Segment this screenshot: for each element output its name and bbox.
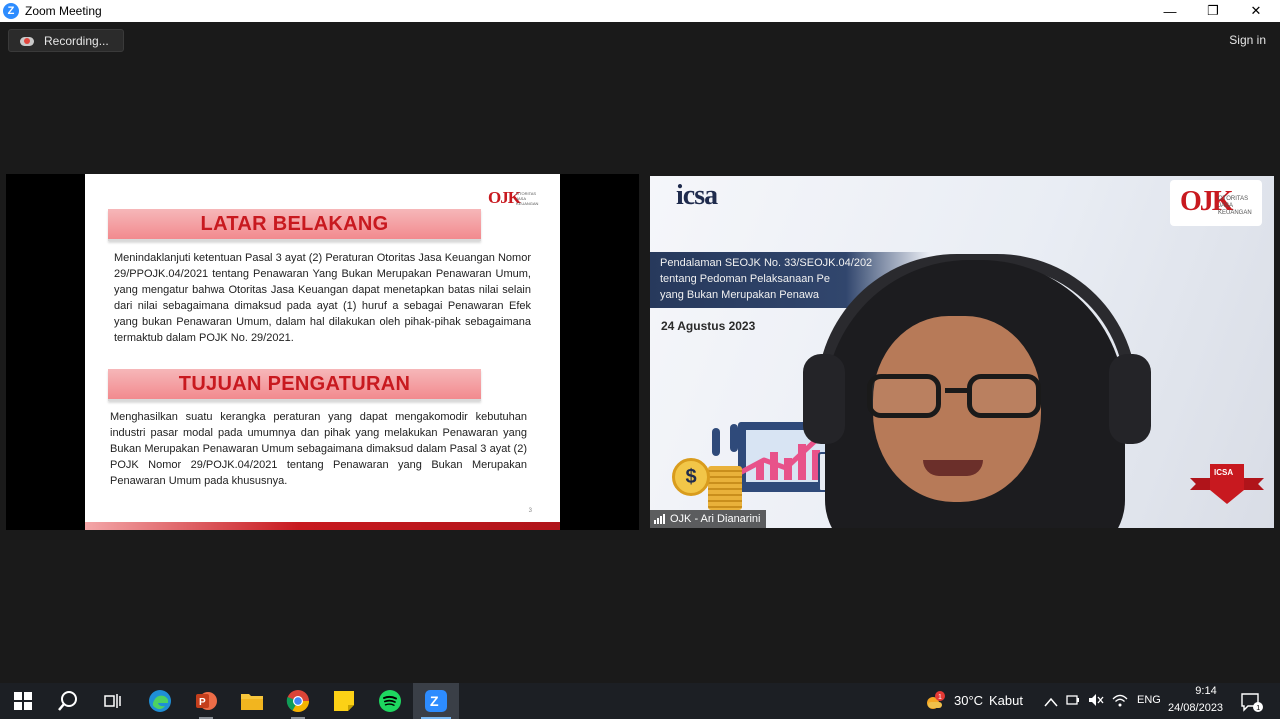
weather-alert-badge: 1	[938, 694, 942, 701]
folder-icon	[241, 694, 263, 710]
window-title: Zoom Meeting	[25, 4, 102, 18]
taskbar-zoom[interactable]: Z	[413, 683, 459, 719]
smile	[923, 460, 983, 476]
participant-video[interactable]: icsa OJK OTORITAS JASA KEUANGAN Pendalam…	[650, 176, 1274, 528]
participant-person	[795, 254, 1175, 528]
presentation-slide: OJK OTORITAS JASA KEUANGAN LATAR BELAKAN…	[85, 174, 560, 530]
input-language[interactable]: ENG	[1137, 694, 1161, 706]
zoom-app-icon: Z	[3, 3, 19, 19]
recording-label: Recording...	[44, 33, 109, 48]
clock-date[interactable]: 24/08/2023	[1168, 702, 1223, 714]
illustration-person	[730, 424, 738, 452]
event-date: 24 Agustus 2023	[661, 319, 756, 333]
ojk-logo-line: OTORITAS	[1218, 196, 1249, 202]
headphone-earcup	[803, 354, 845, 444]
slide-heading-background: LATAR BELAKANG	[108, 209, 481, 241]
slide-paragraph-objective: Menghasilkan suatu kerangka peraturan ya…	[110, 411, 527, 487]
notification-center-button[interactable]: 1	[1240, 691, 1264, 713]
window-titlebar: Z Zoom Meeting — ❐ ✕	[0, 0, 1280, 22]
battery-plug-icon	[1066, 695, 1079, 705]
recording-cloud-icon	[19, 35, 35, 47]
taskbar-chrome[interactable]	[275, 683, 321, 719]
taskbar-edge[interactable]	[137, 683, 183, 719]
dollar-coin-icon: $	[672, 458, 710, 496]
windows-icon	[14, 692, 32, 710]
svg-text:P: P	[199, 697, 206, 708]
signal-strength-icon	[654, 514, 665, 524]
illustration-person	[712, 428, 720, 456]
slide-heading-objective: TUJUAN PENGATURAN	[108, 369, 481, 401]
sticky-notes-icon	[334, 691, 354, 711]
close-button[interactable]: ✕	[1236, 0, 1276, 22]
icsa-badge-text: ICSA	[1214, 468, 1234, 477]
icsa-logo: icsa	[676, 180, 756, 220]
minimize-button[interactable]: —	[1150, 0, 1190, 22]
participant-name: OJK - Ari Dianarini	[670, 513, 761, 525]
task-view-button[interactable]	[90, 683, 136, 719]
weather-temperature[interactable]: 30°C	[954, 693, 983, 708]
wifi-icon	[1112, 694, 1128, 707]
windows-taskbar: P Z 1 30°C Kabut ENG 9:14 24/08/2023 1	[0, 683, 1280, 719]
search-icon	[58, 691, 77, 711]
ojk-logo-background: OJK OTORITAS JASA KEUANGAN	[1170, 180, 1262, 226]
volume-button[interactable]	[1088, 693, 1104, 712]
spotify-icon	[379, 690, 401, 712]
icsa-logo-text: icsa	[676, 180, 718, 211]
svg-text:Z: Z	[430, 693, 439, 709]
glasses	[867, 374, 1047, 420]
weather-icon[interactable]: 1	[924, 690, 946, 712]
notification-count: 1	[1256, 705, 1260, 712]
volume-muted-icon	[1089, 694, 1104, 706]
headphone-earcup	[1109, 354, 1151, 444]
chrome-icon	[286, 690, 309, 712]
participant-name-tag: OJK - Ari Dianarini	[650, 510, 767, 528]
taskbar-file-explorer[interactable]	[229, 683, 275, 719]
show-hidden-icons-button[interactable]	[1044, 694, 1058, 712]
shared-screen-panel[interactable]: OJK OTORITAS JASA KEUANGAN LATAR BELAKAN…	[6, 174, 639, 530]
clock-time[interactable]: 9:14	[1186, 685, 1226, 697]
restore-button[interactable]: ❐	[1193, 0, 1233, 22]
taskbar-spotify[interactable]	[367, 683, 413, 719]
wifi-button[interactable]	[1112, 693, 1128, 712]
zoom-icon: Z	[425, 690, 447, 712]
taskbar-powerpoint[interactable]: P	[183, 683, 229, 719]
slide-paragraph-background: Menindaklanjuti ketentuan Pasal 3 ayat (…	[114, 252, 531, 344]
ojk-logo: OJK OTORITAS JASA KEUANGAN	[488, 188, 546, 210]
slide-footer-bar	[85, 522, 560, 530]
powerpoint-icon: P	[196, 692, 217, 710]
ojk-logo-line: KEUANGAN	[516, 201, 539, 206]
slide-page-number: 3	[528, 508, 532, 514]
weather-description[interactable]: Kabut	[989, 693, 1023, 708]
chevron-up-icon	[1044, 697, 1058, 707]
taskbar-search-button[interactable]	[45, 683, 91, 719]
task-view-icon	[104, 694, 121, 708]
edge-icon	[149, 690, 171, 712]
notification-icon: 1	[1241, 693, 1263, 712]
taskbar-sticky-notes[interactable]	[321, 683, 367, 719]
recording-indicator[interactable]: Recording...	[8, 29, 124, 52]
windows-start-button[interactable]	[0, 683, 46, 719]
sign-in-link[interactable]: Sign in	[1229, 33, 1266, 47]
network-status[interactable]	[1066, 693, 1082, 712]
illustration-coin-stack	[708, 466, 742, 510]
ojk-logo-line: KEUANGAN	[1218, 210, 1252, 216]
icsa-badge-logo: ICSA	[1190, 464, 1264, 508]
ojk-logo-line: JASA	[1218, 203, 1234, 209]
